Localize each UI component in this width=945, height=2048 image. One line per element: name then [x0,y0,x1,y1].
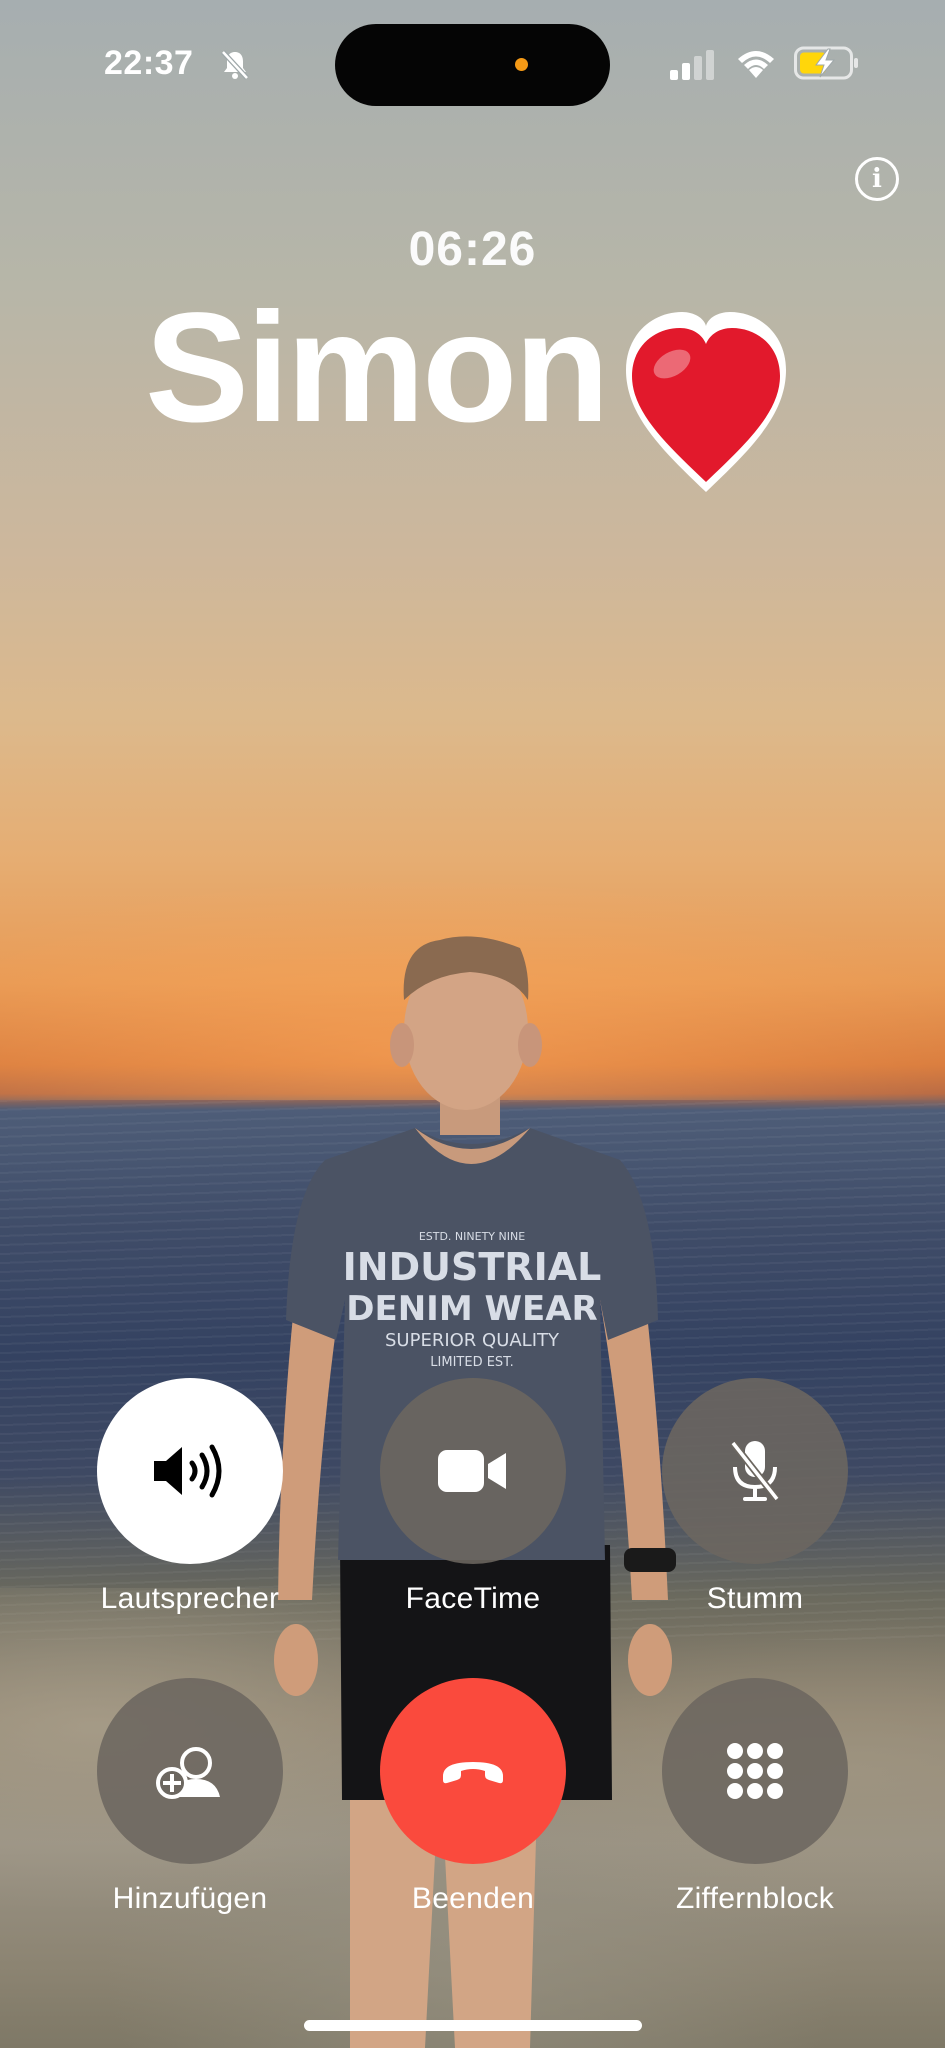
call-screen: ESTD. NINETY NINE INDUSTRIAL DENIM WEAR … [0,0,945,2048]
phone-hangup-icon [443,1762,503,1784]
speaker-wave-icon [154,1444,222,1498]
facetime-button[interactable] [380,1378,566,1564]
speaker-button[interactable] [97,1378,283,1564]
add-person-icon [156,1747,220,1799]
mute-button[interactable] [662,1378,848,1564]
caller-name: Simon [145,281,610,455]
status-bar-time: 22:37 [104,44,194,82]
keypad-icon [727,1743,783,1799]
svg-text:SUPERIOR QUALITY: SUPERIOR QUALITY [385,1330,560,1351]
cellular-signal-icon [670,50,714,80]
red-heart-icon [626,312,786,492]
keypad-label: Ziffernblock [675,1882,835,1915]
privacy-indicator-dot [515,58,528,71]
svg-text:LIMITED EST.: LIMITED EST. [430,1355,513,1370]
svg-text:DENIM WEAR: DENIM WEAR [346,1289,597,1329]
info-icon: i [872,164,882,194]
call-info-button[interactable]: i [855,157,899,201]
video-camera-icon [438,1450,506,1492]
svg-text:ESTD. NINETY NINE: ESTD. NINETY NINE [419,1230,525,1243]
mute-label: Stumm [706,1582,804,1615]
end-call-label: Beenden [411,1882,535,1915]
call-duration: 06:26 [408,223,537,276]
microphone-slash-icon [730,1440,780,1502]
svg-text:INDUSTRIAL: INDUSTRIAL [343,1245,602,1289]
add-call-button[interactable] [97,1678,283,1864]
bell-slash-icon [221,50,249,80]
wifi-icon [738,51,774,78]
battery-charging-icon [794,46,858,80]
add-call-label: Hinzufügen [112,1882,268,1915]
keypad-button[interactable] [662,1678,848,1864]
facetime-label: FaceTime [405,1582,541,1615]
end-call-button[interactable] [380,1678,566,1864]
speaker-label: Lautsprecher [100,1582,280,1615]
home-indicator[interactable] [304,2020,642,2031]
dynamic-island [335,24,610,106]
